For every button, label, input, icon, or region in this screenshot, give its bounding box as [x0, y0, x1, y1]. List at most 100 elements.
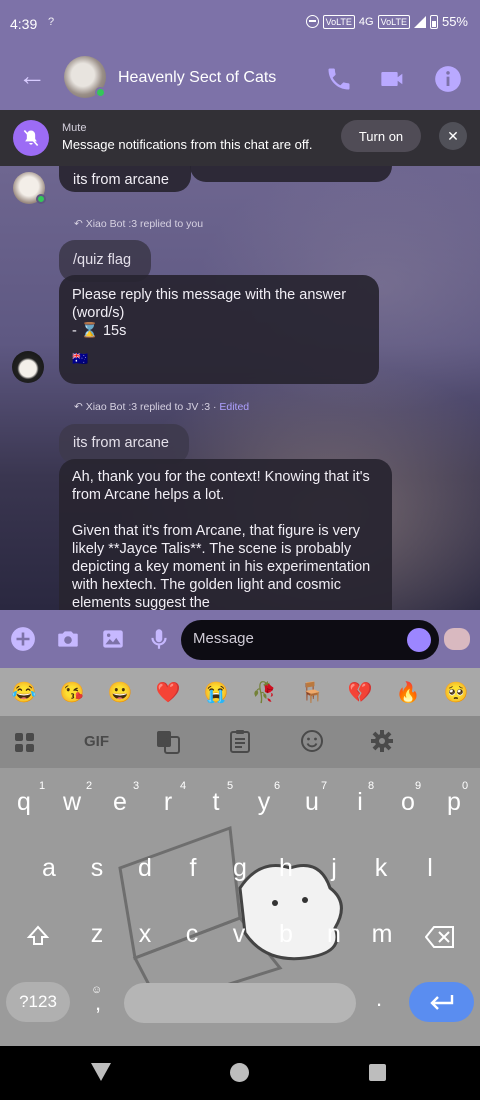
key-u[interactable]: u: [294, 788, 330, 817]
back-arrow-icon[interactable]: ←: [18, 62, 46, 90]
key-t[interactable]: t: [198, 788, 234, 817]
quoted-text: its from arcane: [73, 435, 169, 451]
emoji-suggestions: 😂 😘 😀 ❤️ 😭 🥀 🪑 💔 🔥 🥺: [0, 668, 480, 716]
emoji-suggestion[interactable]: 😭: [204, 680, 229, 705]
volte-badge-2: VoLTE: [377, 14, 410, 29]
message-bubble[interactable]: Please reply this message with the answe…: [59, 275, 379, 384]
key-j[interactable]: j: [316, 854, 352, 883]
key-comma[interactable]: ,: [80, 990, 116, 1016]
message-bubble-tail: [190, 166, 392, 182]
key-w[interactable]: w: [54, 788, 90, 817]
key-b[interactable]: b: [268, 920, 304, 949]
emoji-suggestion[interactable]: 🪑: [300, 680, 325, 705]
key-p[interactable]: p: [436, 788, 472, 817]
recents-nav-icon[interactable]: [369, 1064, 386, 1081]
key-q[interactable]: q: [6, 788, 42, 817]
turn-on-button[interactable]: Turn on: [341, 120, 421, 152]
status-right: VoLTE 4G VoLTE 55%: [305, 14, 468, 29]
key-r[interactable]: r: [150, 788, 186, 817]
key-period[interactable]: .: [361, 986, 397, 1012]
info-icon[interactable]: [434, 65, 462, 93]
apps-grid-icon[interactable]: [14, 732, 36, 754]
status-bar: 4:39 ? VoLTE 4G VoLTE 55%: [0, 0, 480, 48]
key-n[interactable]: n: [316, 920, 352, 949]
key-g[interactable]: g: [222, 854, 258, 883]
add-circle-icon[interactable]: [10, 626, 36, 652]
message-bubble[interactable]: its from arcane: [59, 166, 191, 192]
space-bar[interactable]: [124, 983, 356, 1023]
sender-avatar[interactable]: [12, 351, 44, 383]
message-input[interactable]: Message: [181, 620, 439, 660]
reply-text: Xiao Bot :3 replied to JV :3 ·: [85, 401, 220, 413]
translate-icon[interactable]: [156, 730, 180, 754]
home-nav-icon[interactable]: [230, 1063, 249, 1082]
system-nav-bar: [0, 1046, 480, 1100]
quoted-text: /quiz flag: [73, 252, 132, 268]
key-area: 1 2 3 4 5 6 7 8 9 0 q w e r t y u i o p …: [0, 768, 480, 1046]
message-line: Please reply this message with the answe…: [72, 287, 347, 303]
reply-text: Xiao Bot :3 replied to you: [85, 218, 204, 230]
online-indicator: [95, 87, 106, 98]
key-y[interactable]: y: [246, 788, 282, 817]
status-time: 4:39: [10, 16, 38, 32]
message-bubble[interactable]: Ah, thank you for the context! Knowing t…: [59, 459, 392, 610]
emoji-suggestion[interactable]: 😀: [108, 680, 133, 705]
emoji-suggestion[interactable]: 😘: [60, 680, 85, 705]
key-o[interactable]: o: [390, 788, 426, 817]
mute-title: Mute: [62, 122, 87, 134]
gallery-icon[interactable]: [100, 626, 126, 652]
battery-percent: 55%: [441, 14, 468, 29]
sticker-icon[interactable]: [444, 628, 470, 650]
chat-title[interactable]: Heavenly Sect of Cats: [118, 69, 276, 87]
emoji-suggestion[interactable]: 🥀: [252, 680, 277, 705]
key-x[interactable]: x: [127, 920, 163, 949]
key-d[interactable]: d: [127, 854, 163, 883]
key-s[interactable]: s: [79, 854, 115, 883]
shift-icon[interactable]: [26, 924, 50, 948]
clipboard-icon[interactable]: [229, 729, 251, 753]
emoji-keyboard-icon[interactable]: [300, 729, 324, 753]
emoji-icon[interactable]: [407, 628, 431, 652]
microphone-icon[interactable]: [146, 626, 172, 652]
message-paragraph: Given that it's from Arcane, that figure…: [72, 523, 371, 610]
phone-icon[interactable]: [325, 65, 353, 93]
mute-banner: Mute Message notifications from this cha…: [0, 110, 480, 166]
key-f[interactable]: f: [175, 854, 211, 883]
key-c[interactable]: c: [174, 920, 210, 949]
key-v[interactable]: v: [221, 920, 257, 949]
message-text: its from arcane: [73, 172, 169, 188]
dnd-icon: [305, 15, 319, 28]
key-e[interactable]: e: [102, 788, 138, 817]
key-m[interactable]: m: [364, 920, 400, 949]
symbols-key[interactable]: ?123: [6, 982, 70, 1022]
camera-icon[interactable]: [55, 626, 81, 652]
emoji-suggestion[interactable]: 🥺: [444, 680, 469, 705]
key-l[interactable]: l: [412, 854, 448, 883]
back-nav-icon[interactable]: [91, 1063, 111, 1081]
key-z[interactable]: z: [79, 920, 115, 949]
settings-gear-icon[interactable]: [370, 729, 394, 753]
enter-key[interactable]: [409, 982, 474, 1022]
muted-bell-icon: [13, 120, 49, 156]
edited-label: Edited: [219, 401, 250, 413]
backspace-icon[interactable]: [425, 926, 455, 948]
video-call-icon[interactable]: [379, 65, 407, 93]
reply-icon: ↶: [74, 218, 86, 230]
chat-messages[interactable]: its from arcane ↶ Xiao Bot :3 replied to…: [0, 166, 480, 610]
key-k[interactable]: k: [363, 854, 399, 883]
network-type: 4G: [358, 15, 374, 28]
close-banner-icon[interactable]: ✕: [439, 122, 467, 150]
quoted-message[interactable]: its from arcane: [59, 424, 189, 464]
emoji-suggestion[interactable]: 💔: [348, 680, 373, 705]
key-h[interactable]: h: [268, 854, 304, 883]
key-i[interactable]: i: [342, 788, 378, 817]
emoji-suggestion[interactable]: 🔥: [396, 680, 421, 705]
key-a[interactable]: a: [31, 854, 67, 883]
gif-button[interactable]: GIF: [84, 733, 109, 750]
flag-emoji: 🇦🇺: [72, 351, 89, 366]
emoji-suggestion[interactable]: 😂: [12, 680, 37, 705]
reply-label: ↶ Xiao Bot :3 replied to you: [74, 218, 203, 230]
signal-indicator: ?: [48, 16, 55, 28]
emoji-suggestion[interactable]: ❤️: [156, 680, 181, 705]
chat-header: ← Heavenly Sect of Cats: [0, 48, 480, 110]
